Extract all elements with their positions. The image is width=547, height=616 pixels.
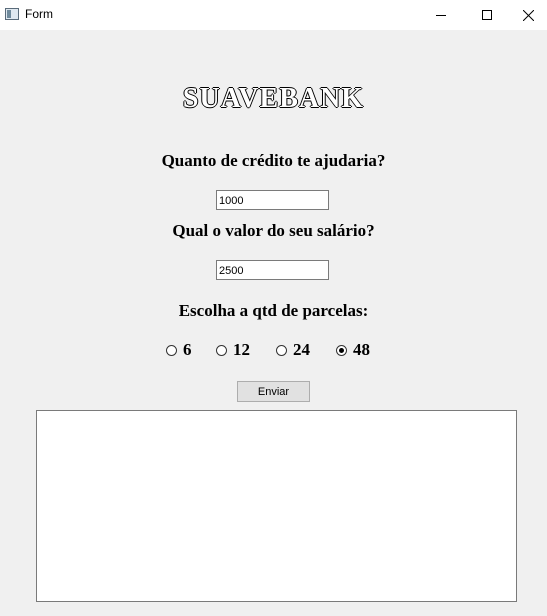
- title-bar: Form: [0, 0, 547, 30]
- close-icon: [523, 9, 534, 21]
- radio-label: 6: [183, 340, 192, 359]
- radio-label: 48: [353, 340, 370, 359]
- result-output-area[interactable]: [36, 410, 517, 602]
- maximize-button[interactable]: [464, 0, 510, 30]
- radio-label: 24: [293, 340, 310, 359]
- send-button[interactable]: Enviar: [237, 381, 310, 402]
- maximize-icon: [482, 10, 492, 20]
- radio-installments-48[interactable]: 48: [336, 340, 370, 360]
- installments-radio-group: 6 12 24 48: [0, 340, 547, 362]
- window-app-icon: [5, 8, 19, 20]
- minimize-button[interactable]: [418, 0, 464, 30]
- radio-installments-24[interactable]: 24: [276, 340, 310, 360]
- window-title: Form: [25, 7, 53, 21]
- minimize-icon: [436, 15, 446, 16]
- radio-button-checked-icon[interactable]: [336, 344, 347, 356]
- radio-button-icon[interactable]: [166, 344, 177, 356]
- radio-installments-12[interactable]: 12: [216, 340, 250, 360]
- radio-button-icon[interactable]: [216, 344, 227, 356]
- salary-question-label: Qual o valor do seu salário?: [172, 221, 375, 240]
- bank-title: SUAVEBANK: [182, 83, 365, 114]
- radio-label: 12: [233, 340, 250, 359]
- close-button[interactable]: [510, 0, 547, 30]
- radio-installments-6[interactable]: 6: [166, 340, 192, 360]
- credit-amount-input[interactable]: [216, 190, 329, 210]
- form-client-area: SUAVEBANK Quanto de crédito te ajudaria?…: [0, 30, 547, 616]
- radio-button-icon[interactable]: [276, 344, 287, 356]
- salary-input[interactable]: [216, 260, 329, 280]
- installments-question-label: Escolha a qtd de parcelas:: [178, 301, 369, 320]
- credit-question-label: Quanto de crédito te ajudaria?: [161, 151, 386, 170]
